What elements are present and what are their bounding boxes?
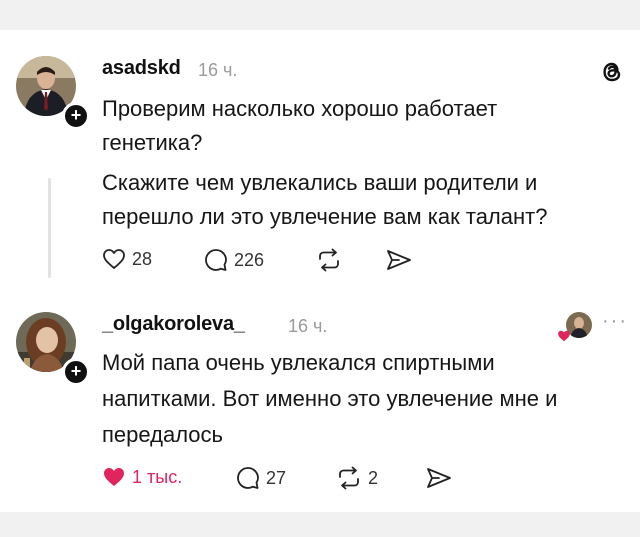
repost-count: 2 xyxy=(368,467,379,488)
heart-badge-icon xyxy=(558,330,570,342)
avatar-asadskd-wrap[interactable]: + xyxy=(16,56,90,130)
heart-filled-icon xyxy=(104,468,124,486)
post-asadskd: + asadskd 16 ч. Проверим насколько хорош… xyxy=(0,30,640,300)
thread-connector-line xyxy=(48,178,51,278)
more-icon[interactable]: ··· xyxy=(602,310,628,333)
like-button[interactable]: 28 xyxy=(102,248,152,270)
follow-plus-icon[interactable]: + xyxy=(62,358,90,386)
share-button[interactable] xyxy=(426,467,452,489)
comment-button[interactable]: 226 xyxy=(204,248,264,272)
post-text-line-3: Скажите чем увлекались ваши родители и xyxy=(102,170,538,195)
repost-button[interactable] xyxy=(316,248,348,272)
post-username[interactable]: _olgakoroleva_ xyxy=(102,313,245,336)
share-icon xyxy=(427,468,451,488)
comment-count: 226 xyxy=(234,249,265,270)
follow-plus-icon[interactable]: + xyxy=(62,102,90,130)
like-button[interactable]: 1 тыс. xyxy=(102,466,182,488)
like-count: 1 тыс. xyxy=(132,466,183,487)
post-timestamp: 16 ч. xyxy=(198,60,238,80)
post-timestamp: 16 ч. xyxy=(288,316,328,336)
comment-icon xyxy=(237,467,259,489)
post-text-line-4: перешло ли это увлечение вам как талант? xyxy=(102,204,548,229)
threads-feed-card: + asadskd 16 ч. Проверим насколько хорош… xyxy=(0,30,640,512)
post-text-line-2: напитками. Вот именно это увлечение мне … xyxy=(102,386,558,411)
share-icon xyxy=(387,250,411,270)
post-text-line-2: генетика? xyxy=(102,130,203,155)
post-text-line-1: Проверим насколько хорошо работает xyxy=(102,96,498,121)
post-username[interactable]: asadskd xyxy=(102,57,181,80)
repost-icon xyxy=(319,248,339,272)
comment-icon xyxy=(205,249,227,271)
repost-button[interactable]: 2 xyxy=(336,466,378,490)
heart-outline-icon xyxy=(103,249,125,269)
avatar-olgakoroleva-wrap[interactable]: + xyxy=(16,312,90,386)
threads-logo-icon[interactable] xyxy=(598,58,626,86)
repost-icon xyxy=(339,466,359,490)
post-text-line-3: передалось xyxy=(102,422,223,447)
post-olgakoroleva: + _olgakoroleva_ 16 ч. ··· Мой папа очен… xyxy=(0,300,640,512)
like-count: 28 xyxy=(132,248,153,269)
post-text-line-1: Мой папа очень увлекался спиртными xyxy=(102,350,495,375)
comment-button[interactable]: 27 xyxy=(236,466,286,490)
comment-count: 27 xyxy=(266,467,287,488)
share-button[interactable] xyxy=(386,249,412,271)
